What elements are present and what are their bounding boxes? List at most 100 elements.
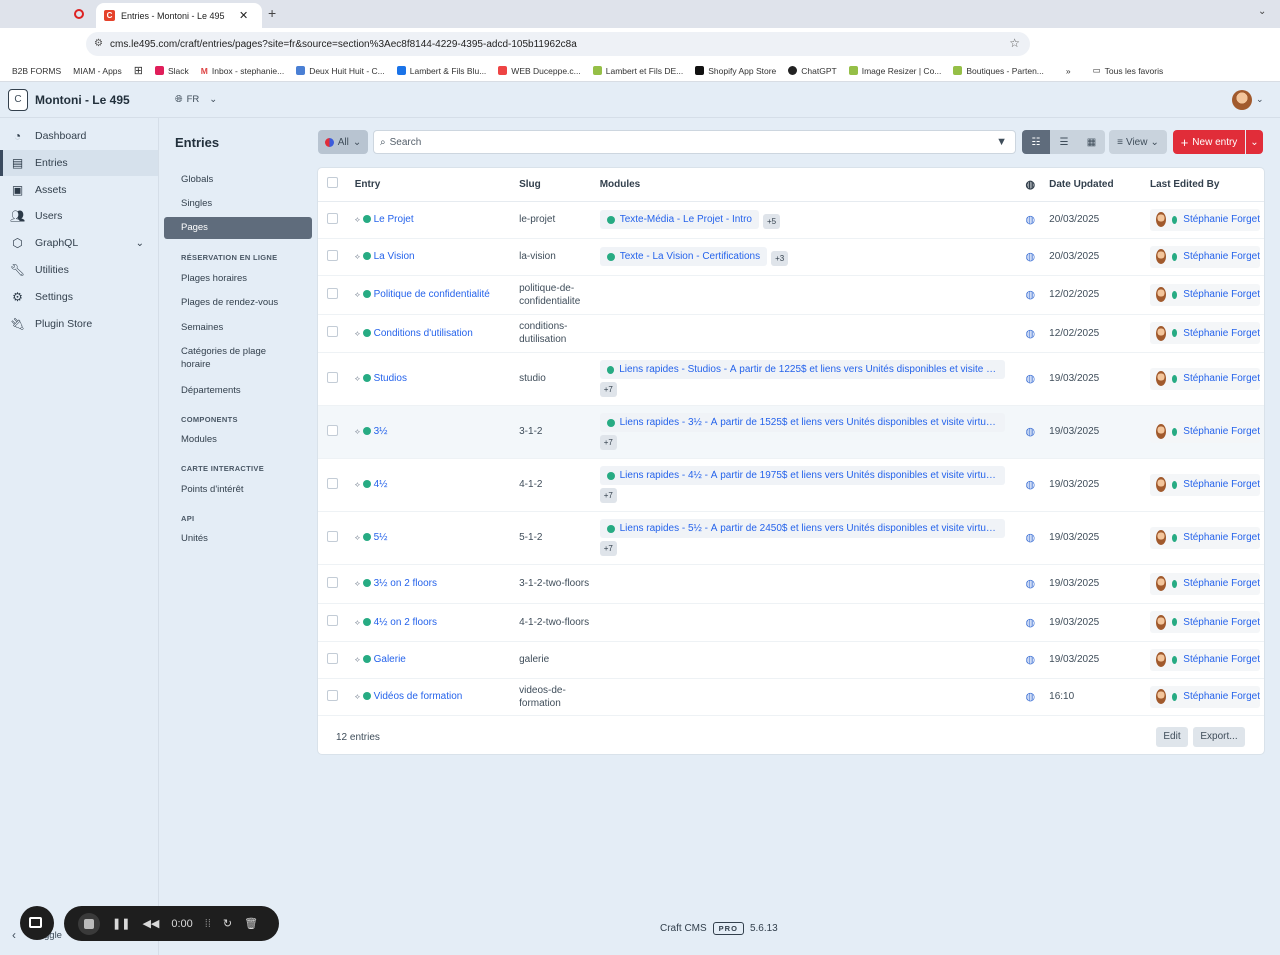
browser-tab[interactable]: C Entries - Montoni - Le 495 ✕ <box>96 3 262 28</box>
module-chip[interactable]: Texte-Média - Le Projet - Intro <box>599 210 759 229</box>
row-checkbox[interactable] <box>327 689 338 701</box>
site-globe-icon[interactable]: ◍ <box>1026 691 1036 703</box>
module-chip[interactable]: Liens rapides - 4½ - À partir de 1975$ e… <box>599 466 1005 485</box>
site-globe-icon[interactable]: ◍ <box>1026 654 1036 666</box>
bookmark[interactable]: Image Resizer | Co... <box>843 66 948 76</box>
stop-button[interactable] <box>78 912 100 935</box>
table-row[interactable]: ⟡ 4½ 4-1-2 Liens rapides - 4½ - À partir… <box>318 458 1264 512</box>
nav-plugin-store[interactable]: 🔌︎ Plugin Store <box>0 311 158 337</box>
module-chip[interactable]: Liens rapides - 3½ - À partir de 1525$ e… <box>599 413 1005 432</box>
site-globe-icon[interactable]: ◍ <box>1026 617 1036 629</box>
trash-icon[interactable]: 🗑︎ <box>244 917 258 930</box>
more-modules-badge[interactable]: +7 <box>599 435 617 450</box>
status-filter-button[interactable]: All ⌄ <box>318 130 368 154</box>
site-globe-icon[interactable]: ◍ <box>1026 251 1036 263</box>
module-chip[interactable]: Texte - La Vision - Certifications <box>599 247 768 266</box>
drag-handle-icon[interactable]: ⟡ <box>355 618 360 627</box>
table-row[interactable]: ⟡ 4½ on 2 floors 4-1-2-two-floors ◍ 19/0… <box>318 603 1264 642</box>
editor-chip[interactable]: Stéphanie Forget <box>1150 322 1260 344</box>
row-checkbox[interactable] <box>327 652 338 664</box>
table-row[interactable]: ⟡ La Vision la-vision Texte - La Vision … <box>318 238 1264 276</box>
entry-title-link[interactable]: Studios <box>374 373 407 384</box>
more-modules-badge[interactable]: +7 <box>599 382 617 397</box>
table-row[interactable]: ⟡ Vidéos de formation videos-de-formatio… <box>318 678 1264 716</box>
rewind-icon[interactable]: ◀◀ <box>142 917 159 930</box>
bookmark[interactable]: ChatGPT <box>782 66 842 76</box>
nav-graphql[interactable]: ⬡ GraphQL ⌄ <box>0 230 158 256</box>
row-checkbox[interactable] <box>327 249 338 261</box>
entry-title-link[interactable]: 4½ on 2 floors <box>374 617 437 628</box>
table-row[interactable]: ⟡ 5½ 5-1-2 Liens rapides - 5½ - À partir… <box>318 511 1264 565</box>
user-avatar[interactable] <box>1232 90 1252 110</box>
source-item[interactable]: Points d'intérêt <box>164 483 261 496</box>
column-header-entry[interactable]: Entry <box>350 168 516 202</box>
source-item[interactable]: Unités <box>164 532 225 545</box>
chevron-down-icon[interactable]: ⌄ <box>1258 6 1266 17</box>
source-item[interactable]: Catégories de plage horaire <box>164 345 284 371</box>
editor-chip[interactable]: Stéphanie Forget <box>1150 245 1260 268</box>
drag-handle-icon[interactable]: ⟡ <box>355 579 360 588</box>
source-globals[interactable]: Globals <box>164 173 230 186</box>
module-chip[interactable]: Liens rapides - Studios - À partir de 12… <box>599 360 1005 379</box>
table-row[interactable]: ⟡ 3½ 3-1-2 Liens rapides - 3½ - À partir… <box>318 405 1264 459</box>
source-item[interactable]: Semaines <box>164 321 240 334</box>
column-header-last-edited-by[interactable]: Last Edited By <box>1146 168 1264 202</box>
bookmark[interactable]: B2B FORMS <box>0 66 67 76</box>
new-entry-menu-button[interactable]: ⌄ <box>1246 130 1263 154</box>
export-button[interactable]: Export... <box>1193 727 1245 747</box>
row-checkbox[interactable] <box>327 371 338 383</box>
view-settings-button[interactable]: ≡ View ⌄ <box>1109 130 1167 154</box>
restart-icon[interactable]: ↻ <box>223 917 232 930</box>
row-checkbox[interactable] <box>327 287 338 299</box>
editor-chip[interactable]: Stéphanie Forget <box>1150 611 1260 633</box>
cards-view-button[interactable]: ▦ <box>1078 130 1105 154</box>
drag-handle-icon[interactable]: ⟡ <box>355 692 360 701</box>
row-checkbox[interactable] <box>327 477 338 489</box>
entry-title-link[interactable]: Politique de confidentialité <box>374 289 490 300</box>
chevron-down-icon[interactable]: ⌄ <box>1256 94 1264 105</box>
chevron-left-icon[interactable]: ‹ <box>12 928 16 942</box>
filter-icon[interactable]: ▼ <box>996 136 1007 148</box>
row-checkbox[interactable] <box>327 576 338 588</box>
nav-assets[interactable]: ▣ Assets <box>0 177 158 203</box>
new-entry-button[interactable]: + New entry <box>1173 130 1245 154</box>
camera-button[interactable] <box>20 906 54 940</box>
column-header-slug[interactable]: Slug <box>515 168 596 202</box>
editor-chip[interactable]: Stéphanie Forget <box>1150 283 1260 306</box>
apps-grid-icon[interactable]: ⊞ <box>128 64 149 77</box>
row-checkbox[interactable] <box>327 212 338 224</box>
site-globe-icon[interactable]: ◍ <box>1026 426 1036 438</box>
select-all-checkbox[interactable] <box>327 177 338 189</box>
edit-button[interactable]: Edit <box>1156 727 1188 747</box>
site-globe-icon[interactable]: ◍ <box>1026 373 1036 385</box>
drag-handle-icon[interactable]: ⟡ <box>355 252 360 261</box>
drag-handle-icon[interactable]: ⟡ <box>355 329 360 338</box>
site-globe-icon[interactable]: ◍ <box>1026 289 1036 301</box>
editor-chip[interactable]: Stéphanie Forget <box>1150 685 1260 708</box>
url-input[interactable]: ⚙ cms.le495.com/craft/entries/pages?site… <box>86 32 1030 56</box>
table-row[interactable]: ⟡ Politique de confidentialité politique… <box>318 275 1264 315</box>
drag-handle-icon[interactable]: ⟡ <box>355 480 360 489</box>
table-row[interactable]: ⟡ Galerie galerie ◍ 19/03/2025 Stéphanie… <box>318 641 1264 679</box>
bookmark[interactable]: Lambert & Fils Blu... <box>391 66 493 76</box>
site-globe-icon[interactable]: ◍ <box>1026 328 1036 340</box>
more-modules-badge[interactable]: +5 <box>762 213 781 229</box>
entry-title-link[interactable]: Conditions d'utilisation <box>374 328 473 339</box>
chevron-down-icon[interactable]: ⌄ <box>136 238 144 249</box>
row-checkbox[interactable] <box>327 424 338 436</box>
editor-chip[interactable]: Stéphanie Forget <box>1150 473 1260 496</box>
more-bookmarks-icon[interactable]: » <box>1060 66 1077 76</box>
table-row[interactable]: ⟡ Studios studio Liens rapides - Studios… <box>318 352 1264 406</box>
table-view-button[interactable]: ☷ <box>1022 130 1050 154</box>
row-checkbox[interactable] <box>327 530 338 542</box>
site-logo[interactable]: C <box>8 89 28 111</box>
drag-handle-icon[interactable]: ⟡ <box>355 290 360 299</box>
module-chip[interactable]: Liens rapides - 5½ - À partir de 2450$ e… <box>599 519 1005 538</box>
entry-title-link[interactable]: Le Projet <box>374 214 414 225</box>
search-input[interactable]: ⌕ Search ▼ <box>373 130 1016 154</box>
drag-handle-icon[interactable]: ⟡ <box>355 533 360 542</box>
source-pages[interactable]: Pages <box>164 217 312 239</box>
bookmark[interactable]: Boutiques - Parten... <box>947 66 1050 76</box>
drag-handle-icon[interactable]: ⟡ <box>355 655 360 664</box>
column-header-modules[interactable]: Modules <box>595 168 1016 202</box>
